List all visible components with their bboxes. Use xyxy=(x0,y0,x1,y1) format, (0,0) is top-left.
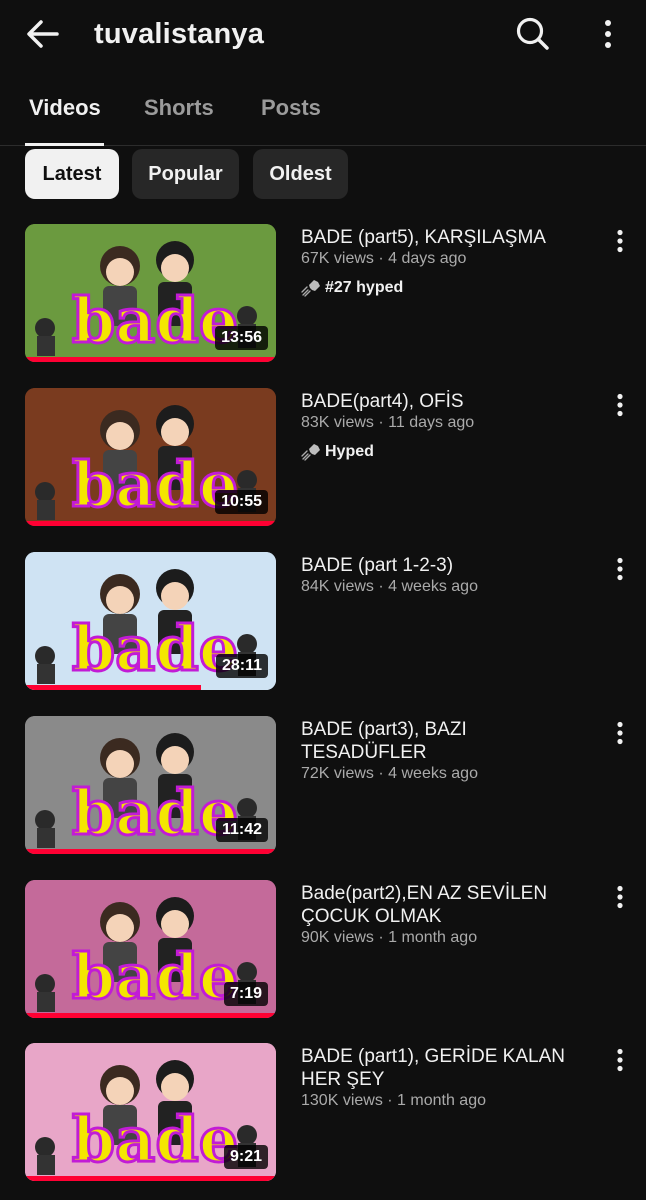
chip-latest[interactable]: Latest xyxy=(25,149,119,199)
thumbnail-title-text: bade xyxy=(72,940,238,1013)
arrow-left-icon xyxy=(27,20,59,48)
watch-progress-bar xyxy=(25,1176,276,1181)
more-vert-icon xyxy=(617,1048,623,1072)
video-item[interactable]: bade 13:56 BADE (part5), KARŞILAŞMA 67K … xyxy=(0,224,646,364)
thumbnail-title-text: bade xyxy=(72,1103,238,1176)
thumbnail-title-text: bade xyxy=(72,448,238,521)
watch-progress-bar xyxy=(25,685,201,690)
active-tab-indicator xyxy=(25,143,104,146)
video-thumbnail[interactable]: bade 10:55 xyxy=(25,388,276,526)
more-vert-icon xyxy=(617,393,623,417)
top-app-bar: tuvalistanya xyxy=(0,0,646,70)
duration-badge: 13:56 xyxy=(215,326,268,350)
channel-title: tuvalistanya xyxy=(94,18,265,50)
video-stats: 130K views · 1 month ago xyxy=(301,1092,486,1109)
search-button[interactable] xyxy=(511,12,555,56)
tab-posts[interactable]: Posts xyxy=(261,94,321,122)
video-title[interactable]: Bade(part2),EN AZ SEVİLEN ÇOCUK OLMAK xyxy=(301,882,596,928)
video-meta: BADE (part 1-2-3) 84K views · 4 weeks ag… xyxy=(301,554,596,597)
video-item[interactable]: bade 28:11 BADE (part 1-2-3) 84K views ·… xyxy=(0,552,646,692)
hype-icon xyxy=(301,280,320,297)
watch-progress-bar xyxy=(25,357,276,362)
video-title[interactable]: BADE (part 1-2-3) xyxy=(301,554,596,577)
video-item[interactable]: bade 10:55 BADE(part4), OFİS 83K views ·… xyxy=(0,388,646,528)
video-stats: 90K views · 1 month ago xyxy=(301,929,478,946)
video-stats: 72K views · 4 weeks ago xyxy=(301,765,478,782)
video-stats: 84K views · 4 weeks ago xyxy=(301,578,478,595)
watch-progress-bar xyxy=(25,521,276,526)
search-icon xyxy=(516,17,549,50)
more-vert-icon xyxy=(605,20,611,48)
video-more-button[interactable] xyxy=(608,882,632,912)
video-meta: BADE (part3), BAZI TESADÜFLER 72K views … xyxy=(301,718,596,784)
video-thumbnail[interactable]: bade 9:21 xyxy=(25,1043,276,1181)
duration-badge: 10:55 xyxy=(215,490,268,514)
thumbnail-title-text: bade xyxy=(72,284,238,357)
video-meta: Bade(part2),EN AZ SEVİLEN ÇOCUK OLMAK 90… xyxy=(301,882,596,948)
video-meta: BADE(part4), OFİS 83K views · 11 days ag… xyxy=(301,390,596,461)
duration-badge: 7:19 xyxy=(223,982,268,1006)
duration-badge: 9:21 xyxy=(223,1145,268,1169)
more-vert-icon xyxy=(617,721,623,745)
video-more-button[interactable] xyxy=(608,554,632,584)
chip-oldest[interactable]: Oldest xyxy=(253,149,348,199)
video-meta: BADE (part1), GERİDE KALAN HER ŞEY 130K … xyxy=(301,1045,596,1111)
back-button[interactable] xyxy=(22,14,64,54)
video-stats: 67K views · 4 days ago xyxy=(301,250,467,267)
video-item[interactable]: bade 11:42 BADE (part3), BAZI TESADÜFLER… xyxy=(0,716,646,856)
hype-badge: #27 hyped xyxy=(301,279,596,297)
hype-icon xyxy=(301,444,320,461)
more-vert-icon xyxy=(617,229,623,253)
more-vert-icon xyxy=(617,885,623,909)
video-thumbnail[interactable]: bade 11:42 xyxy=(25,716,276,854)
hype-label: Hyped xyxy=(325,443,374,460)
video-thumbnail[interactable]: bade 7:19 xyxy=(25,880,276,1018)
duration-badge: 11:42 xyxy=(215,818,268,842)
video-more-button[interactable] xyxy=(608,718,632,748)
video-title[interactable]: BADE (part3), BAZI TESADÜFLER xyxy=(301,718,596,764)
tab-shorts[interactable]: Shorts xyxy=(144,94,214,122)
video-thumbnail[interactable]: bade 28:11 xyxy=(25,552,276,690)
watch-progress-bar xyxy=(25,1013,276,1018)
video-stats: 83K views · 11 days ago xyxy=(301,414,475,431)
video-meta: BADE (part5), KARŞILAŞMA 67K views · 4 d… xyxy=(301,226,596,297)
duration-badge: 28:11 xyxy=(215,654,268,678)
video-title[interactable]: BADE(part4), OFİS xyxy=(301,390,596,413)
video-more-button[interactable] xyxy=(608,226,632,256)
tab-videos[interactable]: Videos xyxy=(29,94,101,122)
video-thumbnail[interactable]: bade 13:56 xyxy=(25,224,276,362)
hype-badge: Hyped xyxy=(301,443,596,461)
video-title[interactable]: BADE (part1), GERİDE KALAN HER ŞEY xyxy=(301,1045,596,1091)
channel-tabs: Videos Shorts Posts xyxy=(0,80,646,146)
watch-progress-bar xyxy=(25,849,276,854)
chip-popular[interactable]: Popular xyxy=(132,149,239,199)
thumbnail-title-text: bade xyxy=(72,776,238,849)
video-item[interactable]: bade 9:21 BADE (part1), GERİDE KALAN HER… xyxy=(0,1043,646,1183)
video-more-button[interactable] xyxy=(608,390,632,420)
more-vert-icon xyxy=(617,557,623,581)
video-more-button[interactable] xyxy=(608,1045,632,1075)
hype-label: #27 hyped xyxy=(325,279,404,296)
more-options-button[interactable] xyxy=(590,14,626,54)
thumbnail-title-text: bade xyxy=(72,612,238,685)
video-item[interactable]: bade 7:19 Bade(part2),EN AZ SEVİLEN ÇOCU… xyxy=(0,880,646,1020)
video-title[interactable]: BADE (part5), KARŞILAŞMA xyxy=(301,226,596,249)
